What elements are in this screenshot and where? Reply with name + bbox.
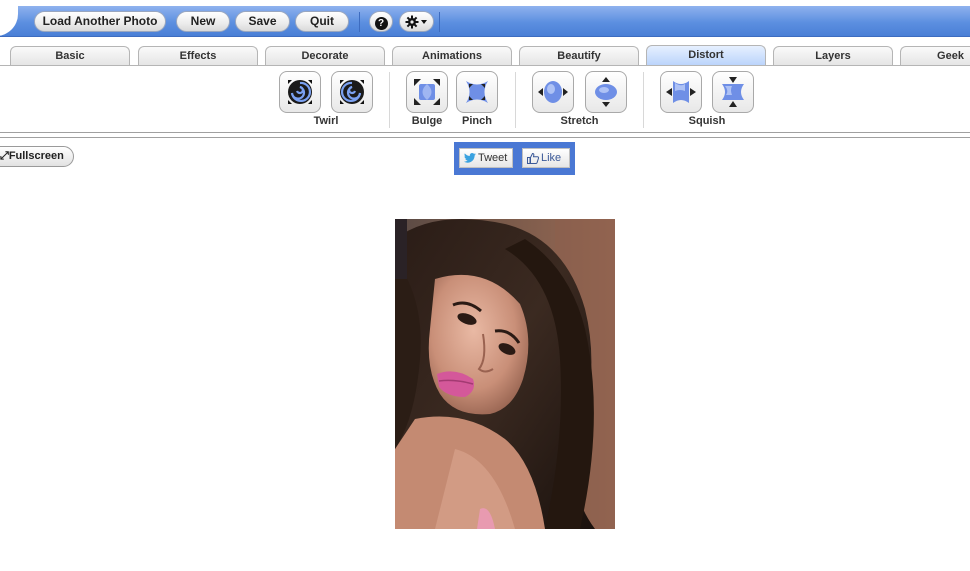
tool-divider (389, 72, 390, 128)
twirl-ccw-icon (288, 80, 312, 104)
top-toolbar: Load Another Photo New Save Quit ? (0, 6, 970, 37)
tool-divider (515, 72, 516, 128)
fullscreen-icon: ⤢ (0, 150, 9, 162)
twirl-label: Twirl (313, 115, 339, 127)
chevron-down-icon (420, 20, 427, 24)
squish-vertical-icon (722, 77, 744, 107)
settings-button[interactable] (399, 11, 434, 32)
divider (0, 137, 970, 138)
tab-animations[interactable]: Animations (392, 46, 512, 66)
toolbar-cap (0, 6, 18, 36)
squish-label: Squish (688, 115, 726, 127)
bulge-icon (414, 79, 440, 105)
gear-icon (405, 15, 427, 29)
category-tabs: Basic Effects Decorate Animations Beauti… (0, 44, 970, 66)
pinch-label: Pinch (462, 115, 492, 127)
like-button[interactable]: Like (522, 148, 570, 168)
stretch-vertical-icon (595, 77, 617, 107)
distort-tools-panel: Twirl Bulge Pinch Stretch Squish (0, 66, 970, 132)
stretch-horizontal-icon (538, 81, 568, 103)
portrait-photo (395, 219, 615, 529)
like-label: Like (541, 152, 562, 164)
squish-horizontal-button[interactable] (660, 71, 702, 113)
tab-geek[interactable]: Geek (900, 46, 970, 66)
tab-basic[interactable]: Basic (10, 46, 130, 66)
tweet-button[interactable]: Tweet (459, 148, 513, 168)
tab-effects[interactable]: Effects (138, 46, 258, 66)
twirl-right-button[interactable] (331, 71, 373, 113)
tool-divider (643, 72, 644, 128)
squish-vertical-button[interactable] (712, 71, 754, 113)
divider (0, 132, 970, 133)
squish-horizontal-icon (666, 81, 696, 103)
tab-distort[interactable]: Distort (646, 45, 766, 66)
stretch-label: Stretch (560, 115, 599, 127)
new-button[interactable]: New (176, 11, 230, 32)
twirl-cw-icon (340, 80, 364, 104)
pinch-icon (466, 81, 488, 103)
fullscreen-label: Fullscreen (8, 150, 64, 162)
stretch-vertical-button[interactable] (585, 71, 627, 113)
stretch-horizontal-button[interactable] (532, 71, 574, 113)
quit-button[interactable]: Quit (295, 11, 349, 32)
social-share-bar: Tweet Like (454, 142, 575, 175)
tab-decorate[interactable]: Decorate (265, 46, 385, 66)
pinch-button[interactable] (456, 71, 498, 113)
thumbs-up-icon (527, 152, 539, 164)
load-another-photo-button[interactable]: Load Another Photo (34, 11, 166, 32)
photo-canvas[interactable] (395, 219, 615, 529)
tweet-label: Tweet (478, 152, 508, 164)
tab-layers[interactable]: Layers (773, 46, 893, 66)
bulge-label: Bulge (411, 115, 443, 127)
toolbar-divider (439, 12, 440, 32)
twitter-bird-icon (464, 153, 476, 163)
help-icon: ? (374, 17, 388, 30)
tab-beautify[interactable]: Beautify (519, 46, 639, 66)
fullscreen-button[interactable]: ⤢Fullscreen (0, 146, 74, 167)
save-button[interactable]: Save (235, 11, 290, 32)
help-button[interactable]: ? (369, 11, 393, 32)
bulge-button[interactable] (406, 71, 448, 113)
twirl-left-button[interactable] (279, 71, 321, 113)
toolbar-divider (359, 12, 360, 32)
